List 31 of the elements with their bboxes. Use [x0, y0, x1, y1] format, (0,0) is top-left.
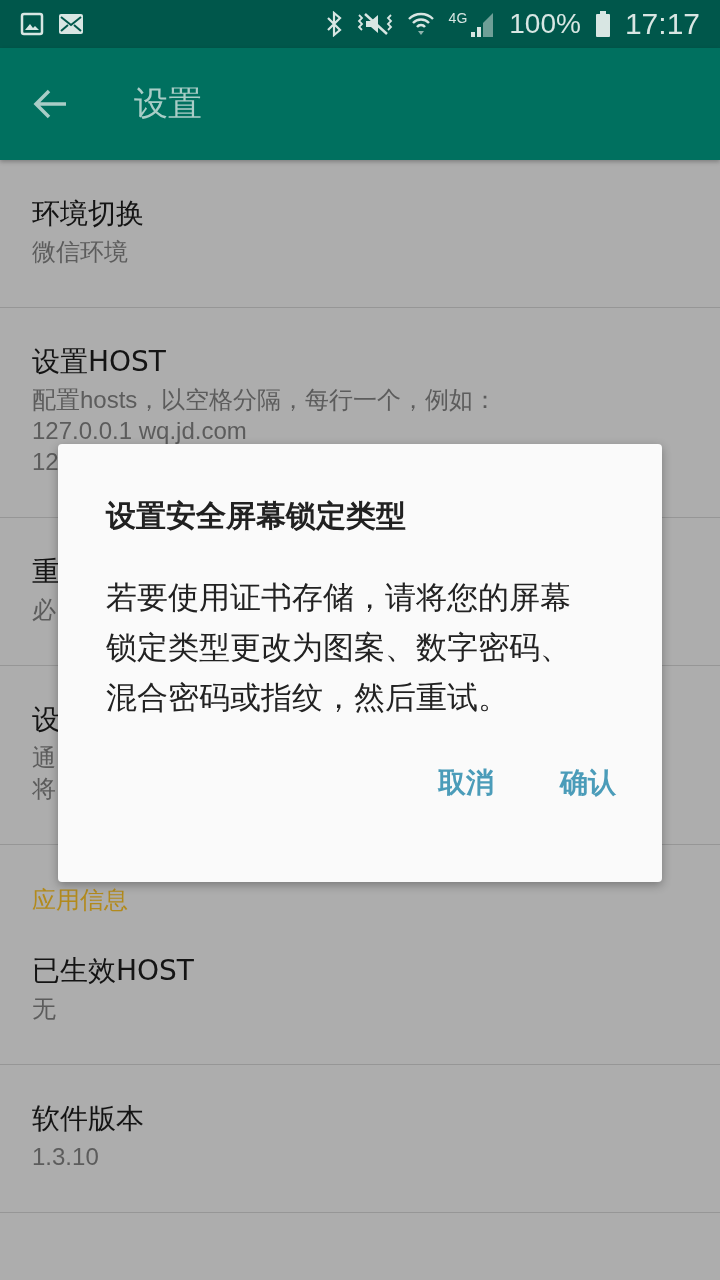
- item-title: 设: [32, 702, 60, 738]
- network-type: 4G: [448, 11, 468, 25]
- item-subtitle: 无: [32, 994, 56, 1024]
- settings-item[interactable]: 环境切换 微信环境: [0, 160, 720, 308]
- item-subtitle: 微信环境: [32, 237, 128, 267]
- screen-title: 设置: [134, 82, 202, 125]
- settings-item[interactable]: 软件版本 1.3.10: [0, 1065, 720, 1213]
- image-icon: [20, 12, 44, 36]
- item-title: 重: [32, 554, 60, 590]
- item-title: 设置HOST: [32, 344, 166, 380]
- item-subtitle: 将: [32, 774, 56, 804]
- mail-icon: [58, 13, 84, 35]
- item-subtitle: 通: [32, 743, 56, 773]
- vibrate-mute-icon: [356, 11, 393, 37]
- item-subtitle: 12: [32, 447, 59, 477]
- settings-item[interactable]: 已生效HOST 无: [0, 917, 720, 1065]
- item-subtitle: 必: [32, 595, 56, 625]
- battery-icon: [594, 11, 611, 37]
- dialog-message: 若要使用证书存储，请将您的屏幕锁定类型更改为图案、数字密码、混合密码或指纹，然后重试。: [106, 578, 572, 717]
- battery-percent: 100%: [509, 10, 581, 38]
- clock: 17:17: [624, 9, 700, 39]
- item-subtitle: 1.3.10: [32, 1142, 99, 1172]
- item-title: 已生效HOST: [32, 953, 194, 989]
- wifi-icon: [406, 11, 435, 37]
- item-subtitle: 配置hosts，以空格分隔，每行一个，例如：: [32, 385, 498, 415]
- item-subtitle: 127.0.0.1 wq.jd.com: [32, 416, 247, 446]
- section-header: 应用信息: [31, 885, 129, 916]
- item-title: 环境切换: [32, 196, 144, 232]
- bluetooth-icon: [324, 11, 343, 37]
- item-title: 软件版本: [32, 1101, 144, 1137]
- signal-icon: [469, 11, 496, 37]
